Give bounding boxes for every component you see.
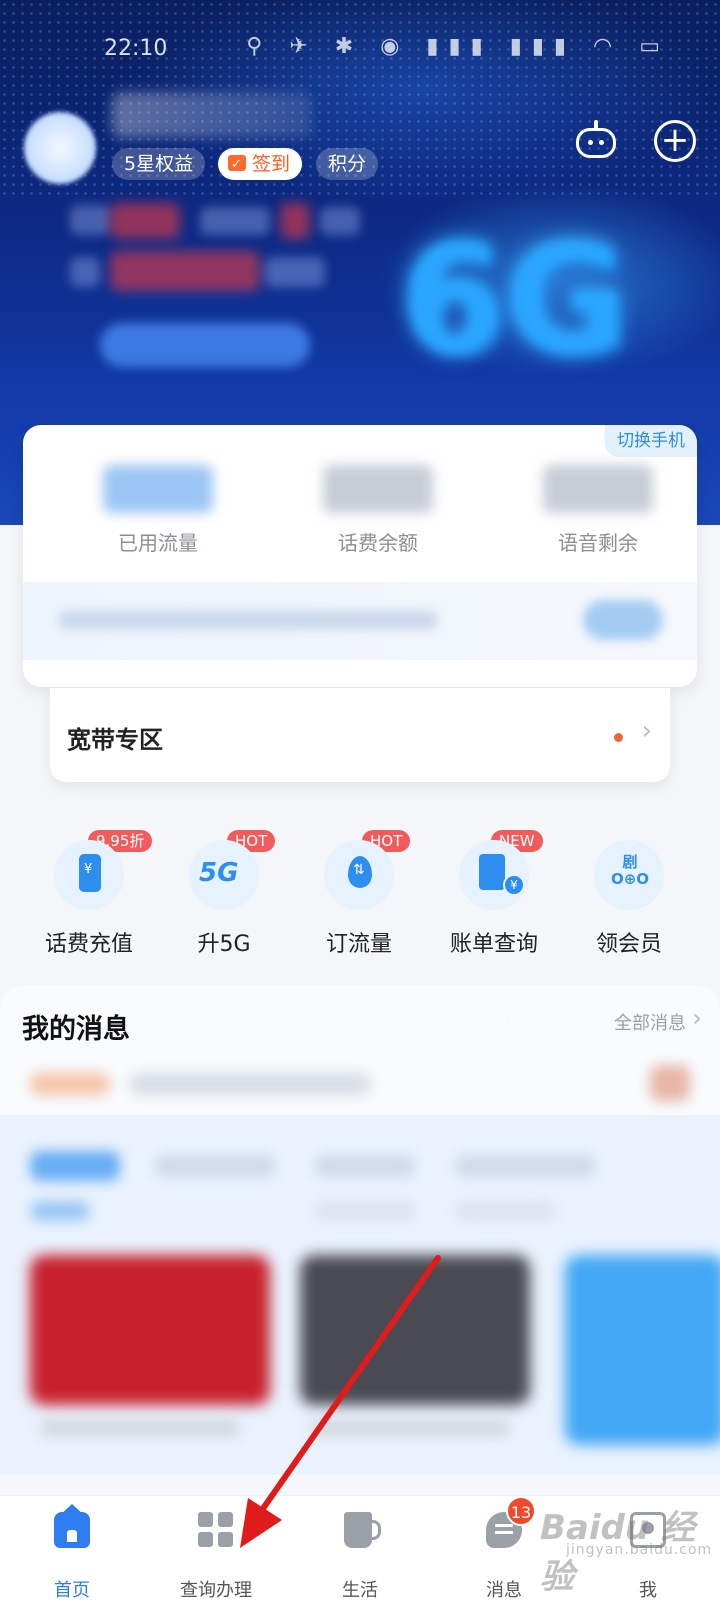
watermark-sub: jingyan.baidu.com (566, 1542, 713, 1558)
notice-text-blurred (58, 610, 438, 630)
chevron-right-icon[interactable]: › (692, 1004, 702, 1032)
switch-phone-button[interactable]: 切换手机 (605, 425, 697, 457)
quick-actions: 9.95折 话费充值 HOT 5G 升5G HOT 订流量 NEW 账单查询 剧… (0, 830, 720, 960)
action-upgrade-5g[interactable]: HOT 5G 升5G (157, 830, 291, 958)
notice-strip[interactable] (23, 582, 697, 660)
chevron-right-icon: › (641, 716, 652, 746)
usage-card: 切换手机 已用流量 话费余额 语音剩余 (23, 425, 697, 687)
sign-in-pill[interactable]: 签到 (218, 148, 303, 181)
cup-icon (344, 1512, 381, 1548)
nav-query-service[interactable]: 查询办理 (144, 1496, 288, 1600)
robot-icon[interactable] (574, 120, 618, 164)
action-label: 账单查询 (449, 932, 538, 957)
data-drop-icon (324, 840, 394, 910)
message-avatar-blurred (650, 1065, 690, 1101)
unread-badge: 13 (506, 1496, 536, 1526)
promo-section-blurred (0, 1115, 720, 1475)
plus-icon[interactable]: + (654, 120, 696, 162)
balance-value-blurred (323, 465, 433, 513)
voice-label: 语音剩余 (558, 531, 638, 555)
balance-label: 话费余额 (338, 531, 418, 555)
message-text-blurred (130, 1073, 370, 1095)
action-label: 升5G (197, 932, 251, 957)
grid-icon (198, 1512, 234, 1548)
points-pill[interactable]: 积分 (316, 148, 379, 180)
nav-home-label: 首页 (54, 1580, 90, 1600)
status-icons: ⚲ ✈ ✱ ◉ ▮▮▮ ▮▮▮ ◠ ▭ (246, 34, 670, 59)
status-time: 22:10 (104, 36, 168, 61)
voice-stat[interactable]: 语音剩余 (498, 465, 698, 556)
balance-stat[interactable]: 话费余额 (278, 465, 478, 556)
home-icon (54, 1504, 90, 1548)
promo-card-product[interactable] (300, 1255, 530, 1405)
5g-icon: 5G (189, 840, 259, 910)
used-data-label: 已用流量 (118, 531, 198, 555)
nav-life[interactable]: 生活 (288, 1496, 432, 1600)
action-get-membership[interactable]: 剧 O⊕O 领会员 (562, 830, 696, 958)
promo-card-red[interactable] (30, 1255, 270, 1405)
recharge-icon (54, 840, 124, 910)
voice-value-blurred (543, 465, 653, 513)
used-data-value-blurred (103, 465, 213, 513)
nav-life-label: 生活 (342, 1580, 378, 1600)
used-data-stat[interactable]: 已用流量 (58, 465, 258, 556)
action-label: 话费充值 (44, 932, 133, 957)
broadband-title: 宽带专区 (67, 726, 163, 754)
nav-me-label: 我 (639, 1580, 657, 1600)
action-bill-query[interactable]: NEW 账单查询 (427, 830, 561, 958)
promo-card-blue[interactable] (565, 1255, 720, 1445)
action-recharge[interactable]: 9.95折 话费充值 (22, 830, 156, 958)
star-benefits-pill[interactable]: 5星权益 (112, 148, 206, 180)
profile-block[interactable]: 5星权益 签到 积分 (24, 92, 404, 192)
nav-home[interactable]: 首页 (0, 1496, 144, 1600)
action-label: 订流量 (325, 932, 392, 957)
message-item-blurred[interactable] (30, 1073, 110, 1095)
calendar-check-icon (228, 149, 246, 181)
action-label: 领会员 (595, 932, 662, 957)
notice-button-blurred[interactable] (583, 600, 663, 640)
baidu-watermark: Baidu 经验 jingyan.baidu.com (540, 1500, 713, 1597)
sign-in-label: 签到 (252, 153, 291, 175)
vip-icon: 剧 O⊕O (594, 840, 664, 910)
status-bar: 22:10 ⚲ ✈ ✱ ◉ ▮▮▮ ▮▮▮ ◠ ▭ (0, 30, 720, 70)
bill-icon (459, 840, 529, 910)
action-order-data[interactable]: HOT 订流量 (292, 830, 426, 958)
6g-graphic: 6G (400, 213, 628, 387)
promo-banner-6g[interactable]: 6G (0, 195, 720, 425)
phone-number-blurred (112, 92, 312, 138)
messages-title: 我的消息 (22, 1014, 130, 1045)
all-messages-link[interactable]: 全部消息 (614, 1009, 686, 1035)
avatar[interactable] (24, 112, 96, 184)
red-dot-indicator (614, 733, 623, 742)
broadband-zone[interactable]: 宽带专区 › (50, 688, 670, 782)
my-messages-panel: 我的消息 全部消息 › (0, 985, 720, 1495)
nav-query-label: 查询办理 (180, 1580, 252, 1600)
